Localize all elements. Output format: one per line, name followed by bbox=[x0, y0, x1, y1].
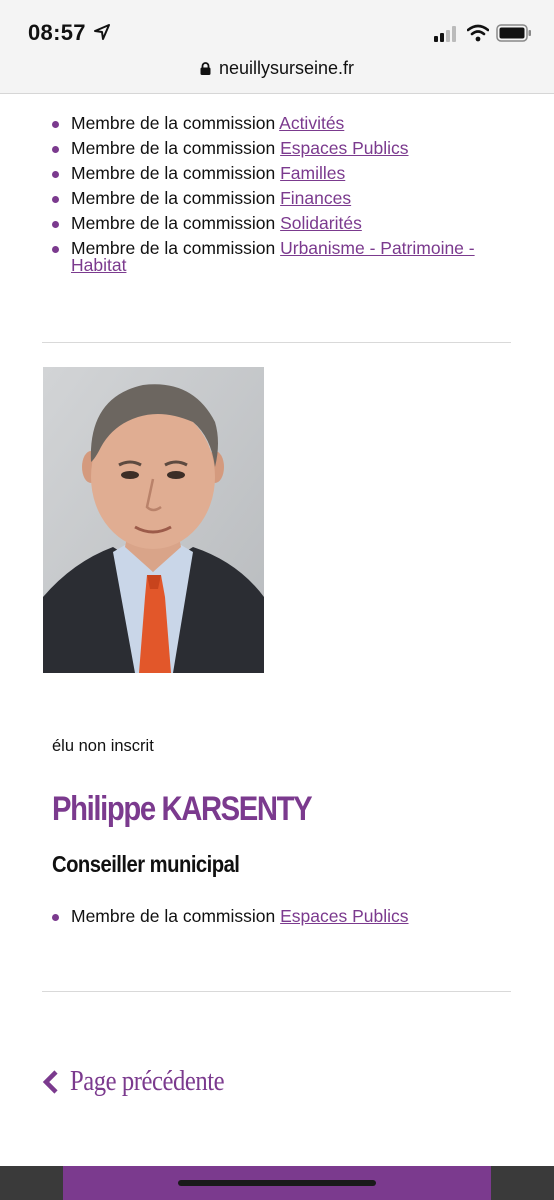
status-time: 08:57 bbox=[28, 20, 86, 45]
commission-prefix: Membre de la commission bbox=[71, 113, 280, 133]
location-arrow-icon bbox=[94, 24, 110, 40]
url-text: neuillysurseine.fr bbox=[218, 58, 355, 78]
commission-prefix: Membre de la commission bbox=[71, 138, 281, 158]
list-item: Membre de la commission Urbanisme - Patr… bbox=[52, 239, 512, 274]
commission-link-familles[interactable]: Familles bbox=[280, 163, 345, 183]
chevron-left-icon bbox=[42, 1070, 58, 1094]
section-divider bbox=[42, 342, 511, 343]
list-item: Membre de la commission Activités bbox=[52, 113, 512, 133]
commission-prefix: Membre de la commission bbox=[71, 163, 281, 183]
commission-link-solidarites[interactable]: Solidarités bbox=[280, 213, 362, 233]
list-item: Membre de la commission Familles bbox=[52, 163, 512, 183]
member-role: Conseiller municipal bbox=[52, 851, 240, 877]
section-divider bbox=[42, 991, 511, 992]
battery-icon bbox=[496, 24, 531, 42]
commission-prefix: Membre de la commission bbox=[71, 213, 281, 233]
member-commission-list: Membre de la commission Espaces Publics bbox=[52, 906, 512, 933]
previous-page-label: Page précédente bbox=[70, 1066, 225, 1097]
commission-link-espaces-publics[interactable]: Espaces Publics bbox=[280, 906, 408, 926]
bullet-icon bbox=[52, 196, 59, 203]
commission-link-espaces-publics[interactable]: Espaces Publics bbox=[280, 138, 408, 158]
list-item: Membre de la commission Espaces Publics bbox=[52, 138, 512, 158]
previous-member-commission-list: Membre de la commission Activités Membre… bbox=[52, 113, 512, 282]
bullet-icon bbox=[52, 171, 59, 178]
bullet-icon bbox=[52, 146, 59, 153]
list-item: Membre de la commission Finances bbox=[52, 188, 512, 208]
party-label: élu non inscrit bbox=[52, 737, 154, 755]
status-bar: 08:57 bbox=[0, 0, 554, 52]
wifi-icon bbox=[467, 24, 489, 42]
lock-icon bbox=[200, 62, 211, 75]
cellular-signal-icon bbox=[434, 26, 456, 42]
member-name: Philippe KARSENTY bbox=[52, 790, 313, 828]
commission-link-finances[interactable]: Finances bbox=[280, 188, 351, 208]
bullet-icon bbox=[52, 246, 59, 253]
commission-prefix: Membre de la commission bbox=[71, 906, 281, 926]
bullet-icon bbox=[52, 121, 59, 128]
bullet-icon bbox=[52, 914, 59, 921]
list-item: Membre de la commission Espaces Publics bbox=[52, 906, 512, 926]
member-portrait bbox=[43, 367, 264, 673]
previous-page-link[interactable]: Page précédente bbox=[42, 1066, 245, 1098]
bullet-icon bbox=[52, 221, 59, 228]
list-item: Membre de la commission Solidarités bbox=[52, 213, 512, 233]
commission-link-activites[interactable]: Activités bbox=[279, 113, 344, 133]
home-indicator[interactable] bbox=[178, 1180, 376, 1186]
browser-url-bar[interactable]: neuillysurseine.fr bbox=[0, 52, 554, 94]
commission-prefix: Membre de la commission bbox=[71, 188, 281, 208]
